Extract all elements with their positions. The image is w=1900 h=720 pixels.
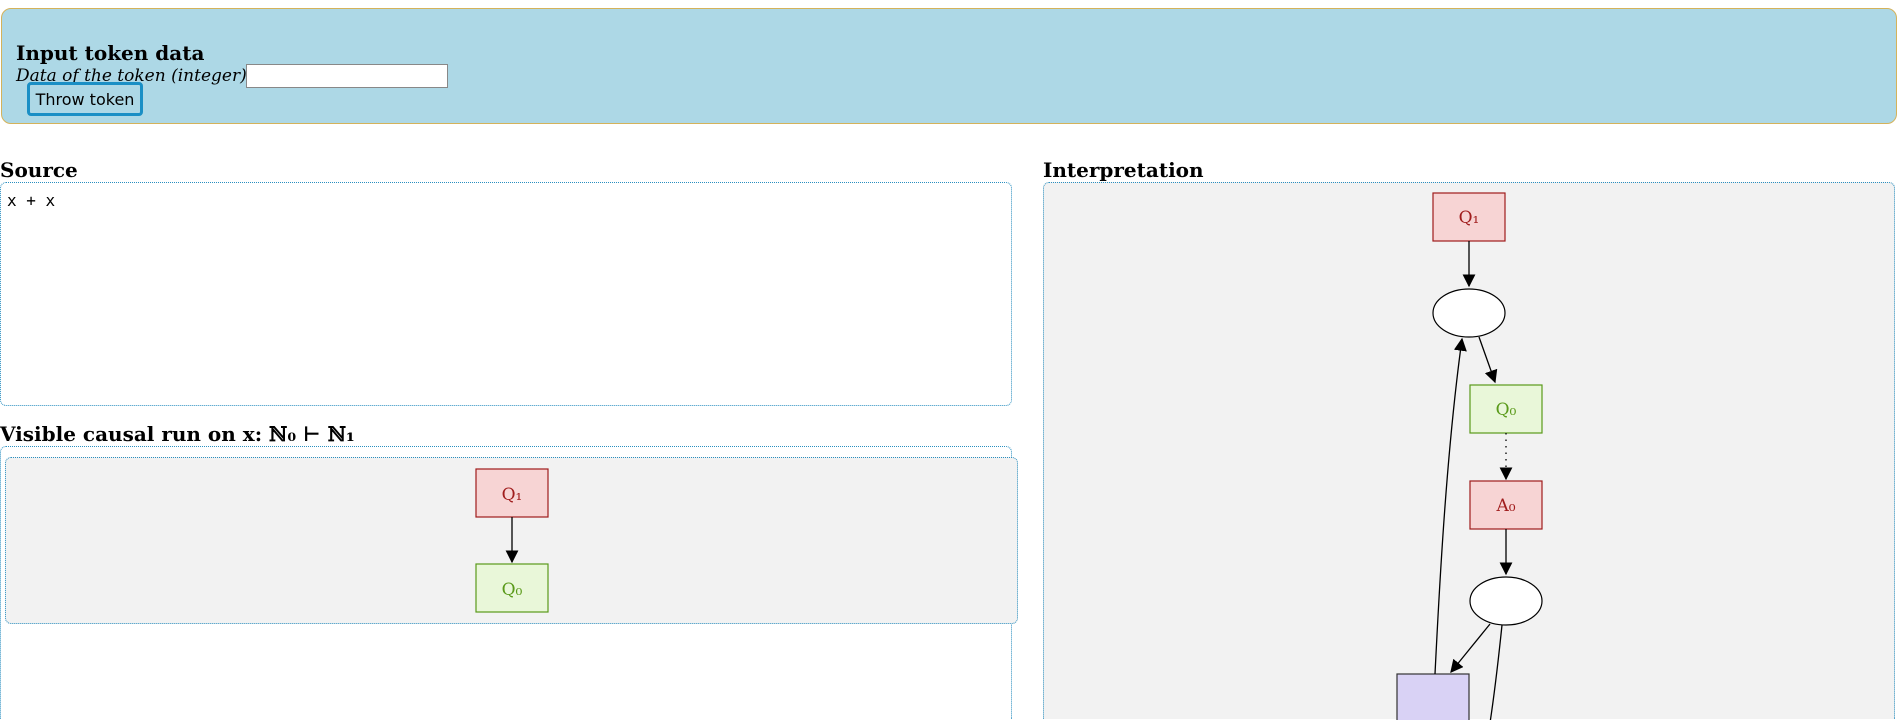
interp-ellipse-node-1[interactable] bbox=[1432, 288, 1506, 338]
causal-q0-node[interactable]: Q₀ bbox=[475, 563, 549, 613]
interp-q1-node[interactable]: Q₁ bbox=[1432, 192, 1506, 242]
interp-a0-label: A₀ bbox=[1495, 496, 1515, 516]
interp-q0-node[interactable]: Q₀ bbox=[1469, 384, 1543, 434]
source-editor[interactable]: x + x bbox=[0, 182, 1012, 406]
interp-ellipse-node-2[interactable] bbox=[1469, 576, 1543, 626]
interp-edge-box-ellipse1 bbox=[1434, 337, 1467, 675]
source-title: Source bbox=[0, 158, 78, 182]
interp-edge-ellipse1-q0 bbox=[1478, 336, 1498, 384]
interpretation-svg: Q₁ Q₀ A₀ bbox=[1396, 192, 1543, 720]
throw-token-button[interactable]: Throw token bbox=[27, 82, 143, 116]
interp-q1-label: Q₁ bbox=[1459, 208, 1480, 228]
causal-run-graph: Q₁ Q₀ bbox=[5, 457, 1018, 624]
interpretation-title: Interpretation bbox=[1043, 158, 1204, 182]
causal-run-title: Visible causal run on x: ℕ₀ ⊢ ℕ₁ bbox=[0, 422, 355, 446]
interp-a0-node[interactable]: A₀ bbox=[1469, 480, 1543, 530]
interp-edge-ellipse2-down bbox=[1489, 624, 1503, 720]
interp-q0-label: Q₀ bbox=[1496, 400, 1517, 420]
causal-q0-label: Q₀ bbox=[502, 580, 523, 600]
causal-q1-node[interactable]: Q₁ bbox=[475, 468, 549, 518]
interp-box-node[interactable] bbox=[1396, 673, 1470, 720]
causal-q1-label: Q₁ bbox=[502, 485, 523, 505]
token-data-input[interactable] bbox=[246, 64, 448, 88]
input-token-panel: Input token data Data of the token (inte… bbox=[1, 8, 1897, 124]
interpretation-graph: Q₁ Q₀ A₀ bbox=[1043, 182, 1895, 720]
input-token-title: Input token data bbox=[16, 41, 205, 65]
interp-edge-ellipse2-box bbox=[1450, 623, 1491, 674]
causal-run-svg: Q₁ Q₀ bbox=[475, 468, 549, 613]
